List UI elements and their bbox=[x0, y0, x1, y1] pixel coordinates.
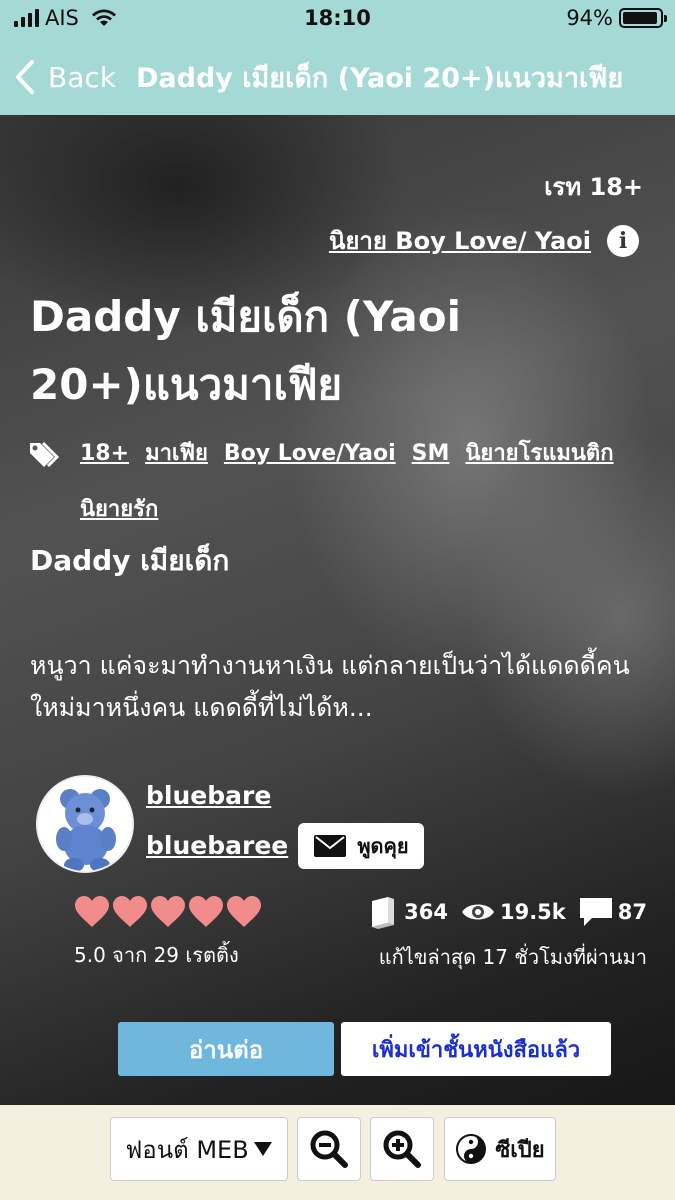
tag-link[interactable]: นิยายรัก bbox=[80, 493, 158, 527]
comment-icon bbox=[579, 898, 612, 926]
zoom-out-icon bbox=[310, 1130, 348, 1168]
battery-percent: 94% bbox=[566, 6, 613, 30]
chapters-stat: 364 bbox=[366, 895, 448, 929]
comments-stat: 87 bbox=[578, 896, 647, 928]
heart-icon bbox=[113, 896, 147, 927]
book-synopsis: หนูวา แค่จะมาทำงานหาเงิน แต่กลายเป็นว่าไ… bbox=[30, 651, 630, 722]
status-bar: AIS 18:10 94% bbox=[0, 0, 675, 38]
mail-icon bbox=[314, 835, 347, 857]
chapters-count: 364 bbox=[404, 900, 448, 924]
author-avatar[interactable] bbox=[36, 775, 134, 873]
continue-reading-button[interactable]: อ่านต่อ bbox=[118, 1022, 334, 1076]
triangle-down-icon bbox=[253, 1142, 272, 1156]
navigation-bar: Back Daddy เมียเด็ก (Yaoi 20+)แนวมาเฟีย bbox=[0, 44, 675, 110]
heart-icon bbox=[189, 896, 223, 927]
tag-link[interactable]: 18+ bbox=[80, 437, 129, 471]
info-icon[interactable]: i bbox=[607, 224, 639, 257]
back-button[interactable]: Back bbox=[14, 59, 116, 95]
tags-icon bbox=[30, 441, 60, 468]
zoom-in-icon bbox=[383, 1130, 421, 1168]
battery-icon bbox=[619, 8, 667, 28]
stats-row: 364 19.5k 87 bbox=[358, 895, 647, 929]
heart-icon bbox=[75, 896, 109, 927]
tag-link[interactable]: นิยายโรแมนติก bbox=[465, 437, 613, 471]
category-row: นิยาย Boy Love/ Yaoi i bbox=[329, 221, 639, 260]
category-link[interactable]: นิยาย Boy Love/ Yaoi bbox=[329, 221, 591, 260]
chat-label: พูดคุย bbox=[357, 834, 409, 858]
stats-section: 364 19.5k 87 แก้ไขล่าสุด 17 ชั่วโมงที่ผ่… bbox=[358, 895, 647, 973]
add-to-shelf-button[interactable]: เพิ่มเข้าชั้นหนังสือแล้ว bbox=[341, 1022, 611, 1076]
comments-count: 87 bbox=[617, 900, 647, 924]
views-count: 19.5k bbox=[499, 900, 566, 924]
sepia-label: ซีเปีย bbox=[495, 1137, 545, 1163]
rating-label: 5.0 จาก 29 เรตติ้ง bbox=[74, 943, 239, 967]
chevron-left-icon bbox=[16, 60, 34, 94]
book-hero: เรท 18+ นิยาย Boy Love/ Yaoi i Daddy เมี… bbox=[0, 115, 675, 1105]
heart-icon bbox=[151, 896, 185, 927]
zoom-out-button[interactable] bbox=[297, 1117, 361, 1181]
tag-list: 18+ มาเฟีย Boy Love/Yaoi SM นิยายโรแมนติกนิย… bbox=[80, 437, 650, 527]
battery-info: 94% bbox=[566, 6, 667, 30]
teddy-bear-avatar bbox=[38, 777, 132, 871]
sepia-mode-button[interactable]: ซีเปีย bbox=[444, 1117, 556, 1181]
tag-link[interactable]: SM bbox=[412, 437, 450, 471]
heart-icon bbox=[227, 896, 261, 927]
rating-hearts bbox=[74, 895, 262, 929]
book-subtitle: Daddy เมียเด็ก bbox=[30, 544, 230, 577]
yin-yang-icon bbox=[456, 1134, 487, 1164]
tag-link[interactable]: Boy Love/Yaoi bbox=[224, 437, 396, 471]
reader-toolbar: ฟอนต์ MEB ซีเปีย bbox=[0, 1105, 675, 1200]
book-icon bbox=[372, 897, 395, 929]
eye-icon bbox=[461, 904, 494, 920]
rating-section: 5.0 จาก 29 เรตติ้ง bbox=[74, 895, 262, 971]
author-username[interactable]: bluebaree bbox=[146, 831, 288, 860]
chat-button[interactable]: พูดคุย bbox=[298, 823, 424, 869]
zoom-in-button[interactable] bbox=[370, 1117, 434, 1181]
back-label: Back bbox=[48, 60, 116, 94]
tag-link[interactable]: มาเฟีย bbox=[145, 437, 208, 471]
age-rating: เรท 18+ bbox=[544, 173, 643, 201]
book-title: Daddy เมียเด็ก (Yaoi 20+)แนวมาเฟีย bbox=[30, 292, 462, 409]
author-pen-name[interactable]: bluebare bbox=[146, 781, 271, 810]
views-stat: 19.5k bbox=[460, 900, 566, 924]
font-select-button[interactable]: ฟอนต์ MEB bbox=[110, 1117, 288, 1181]
font-label: ฟอนต์ MEB bbox=[125, 1135, 249, 1164]
nav-title: Daddy เมียเด็ก (Yaoi 20+)แนวมาเฟีย bbox=[135, 62, 624, 94]
last-updated: แก้ไขล่าสุด 17 ชั่วโมงที่ผ่านมา bbox=[378, 945, 647, 969]
top-bar: AIS 18:10 94% Back Daddy เมียเด็ก (Yaoi … bbox=[0, 0, 675, 115]
